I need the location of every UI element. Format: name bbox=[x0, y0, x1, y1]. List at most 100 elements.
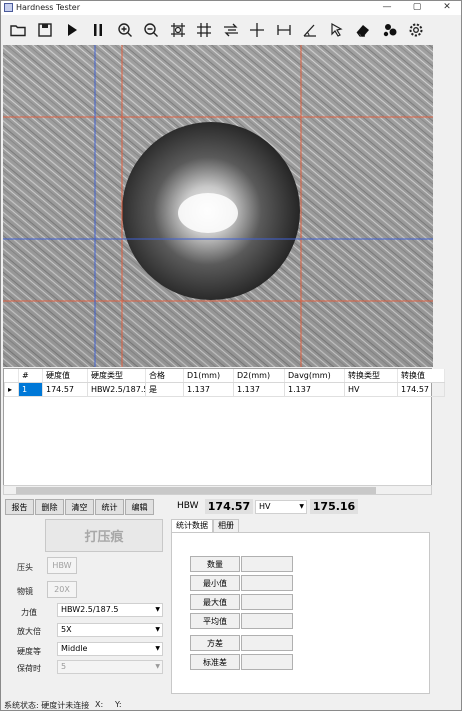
zoom-in-icon[interactable] bbox=[114, 19, 136, 41]
viewer-scrollbar[interactable] bbox=[433, 45, 445, 367]
cursor-x-readout: X: bbox=[95, 700, 104, 709]
edit-button[interactable]: 编辑 bbox=[125, 499, 154, 515]
hardness-level-label: 硬度等 bbox=[17, 647, 41, 656]
hardness-unit-label: HBW bbox=[177, 501, 199, 511]
column-header[interactable]: 硬度类型 bbox=[87, 369, 146, 383]
column-header[interactable]: # bbox=[18, 369, 43, 383]
table-cell[interactable]: 1 bbox=[18, 382, 43, 397]
table-cell[interactable]: 是 bbox=[145, 382, 184, 397]
stat-value-min bbox=[241, 575, 293, 591]
row-marker[interactable]: ▸ bbox=[4, 382, 19, 397]
convert-type-select[interactable]: HV ▼ bbox=[255, 500, 307, 514]
column-header[interactable]: D1(mm) bbox=[183, 369, 234, 383]
chevron-down-icon: ▼ bbox=[155, 645, 160, 652]
indenter-field: HBW bbox=[47, 557, 77, 574]
stat-label-stddev: 标准差 bbox=[190, 654, 240, 670]
app-icon bbox=[4, 3, 13, 12]
make-indentation-button[interactable]: 打压痕 bbox=[45, 519, 163, 552]
zoom-out-icon[interactable] bbox=[140, 19, 162, 41]
tab-statistics[interactable]: 统计数据 bbox=[171, 519, 213, 532]
indentation-image bbox=[3, 45, 433, 367]
dwell-time-select[interactable]: 5 ▼ bbox=[57, 660, 163, 674]
dwell-time-label: 保荷时 bbox=[17, 664, 41, 673]
stat-label-max: 最大值 bbox=[190, 594, 240, 610]
force-label: 力值 bbox=[21, 608, 37, 617]
stat-label-min: 最小值 bbox=[190, 575, 240, 591]
column-header[interactable]: 合格 bbox=[145, 369, 184, 383]
open-folder-icon[interactable] bbox=[7, 19, 29, 41]
magnification-value: 5X bbox=[61, 625, 72, 634]
stat-value-max bbox=[241, 594, 293, 610]
hardness-value: 174.57 bbox=[205, 499, 253, 514]
stat-label-count: 数量 bbox=[190, 556, 240, 572]
angle-icon[interactable] bbox=[299, 19, 321, 41]
table-cell[interactable]: 1.137 bbox=[284, 382, 345, 397]
column-header[interactable]: D2(mm) bbox=[233, 369, 285, 383]
hardness-level-select[interactable]: Middle ▼ bbox=[57, 642, 163, 656]
table-cell[interactable]: 1.137 bbox=[233, 382, 285, 397]
swap-arrows-icon[interactable] bbox=[220, 19, 242, 41]
table-cell[interactable]: HBW2.5/187.5 bbox=[87, 382, 146, 397]
play-icon[interactable] bbox=[61, 19, 83, 41]
microscope-image-view[interactable] bbox=[3, 45, 433, 367]
objective-label: 物镜 bbox=[17, 587, 33, 596]
crosshair-plus-icon[interactable] bbox=[246, 19, 268, 41]
chevron-down-icon: ▼ bbox=[155, 626, 160, 633]
maximize-button[interactable]: ▢ bbox=[407, 1, 427, 15]
chevron-down-icon: ▼ bbox=[155, 606, 160, 613]
table-actions: 报告 删除 清空 统计 编辑 bbox=[5, 499, 154, 515]
converted-value: 175.16 bbox=[310, 499, 358, 514]
table-cell[interactable]: 1.137 bbox=[183, 382, 234, 397]
magnification-label: 放大倍 bbox=[17, 627, 41, 636]
fit-crosshair-icon[interactable] bbox=[167, 19, 189, 41]
stats-button[interactable]: 统计 bbox=[95, 499, 124, 515]
title-bar: Hardness Tester — ▢ ✕ bbox=[1, 1, 461, 15]
clear-button[interactable]: 清空 bbox=[65, 499, 94, 515]
delete-button[interactable]: 删除 bbox=[35, 499, 64, 515]
table-row[interactable]: ▸ 1 174.57 HBW2.5/187.5 是 1.137 1.137 1.… bbox=[4, 382, 445, 397]
chevron-down-icon: ▼ bbox=[155, 663, 160, 670]
indenter-label: 压头 bbox=[17, 563, 33, 572]
table-cell[interactable]: HV bbox=[344, 382, 398, 397]
select-cursor-icon[interactable] bbox=[326, 19, 348, 41]
gear-icon[interactable] bbox=[405, 19, 427, 41]
force-value: HBW2.5/187.5 bbox=[61, 605, 119, 614]
tab-album[interactable]: 相册 bbox=[213, 519, 239, 532]
save-icon[interactable] bbox=[34, 19, 56, 41]
statistics-panel: 数量 最小值 最大值 平均值 方差 标准差 bbox=[171, 532, 430, 694]
stat-value-stddev bbox=[241, 654, 293, 670]
pause-icon[interactable] bbox=[87, 19, 109, 41]
scrollbar-thumb[interactable] bbox=[16, 487, 376, 494]
stat-value-variance bbox=[241, 635, 293, 651]
cursor-y-readout: Y: bbox=[115, 700, 122, 709]
objective-field: 20X bbox=[47, 581, 77, 598]
stat-label-mean: 平均值 bbox=[190, 613, 240, 629]
table-cell[interactable]: 174.57 bbox=[42, 382, 88, 397]
toolbar bbox=[1, 15, 461, 45]
chevron-down-icon: ▼ bbox=[299, 503, 304, 510]
column-header[interactable]: 转换类型 bbox=[344, 369, 398, 383]
stat-value-count bbox=[241, 556, 293, 572]
stat-label-variance: 方差 bbox=[190, 635, 240, 651]
main-window: Hardness Tester — ▢ ✕ # 硬度值 硬度类型 合格 D1(m… bbox=[0, 0, 462, 711]
measure-horizontal-icon[interactable] bbox=[273, 19, 295, 41]
eraser-icon[interactable] bbox=[352, 19, 374, 41]
table-cell[interactable]: 174.57 bbox=[397, 382, 445, 397]
report-button[interactable]: 报告 bbox=[5, 499, 34, 515]
grid-icon[interactable] bbox=[193, 19, 215, 41]
window-title: Hardness Tester bbox=[16, 3, 80, 12]
minimize-button[interactable]: — bbox=[377, 1, 397, 15]
particles-icon[interactable] bbox=[379, 19, 401, 41]
column-header[interactable]: 转换值 bbox=[397, 369, 445, 383]
force-select[interactable]: HBW2.5/187.5 ▼ bbox=[57, 603, 163, 617]
convert-type-value: HV bbox=[259, 502, 271, 511]
close-button[interactable]: ✕ bbox=[437, 1, 457, 15]
status-bar: 系统状态: 硬度计未连接 X: Y: bbox=[1, 699, 461, 711]
row-header-corner bbox=[4, 369, 19, 383]
magnification-select[interactable]: 5X ▼ bbox=[57, 623, 163, 637]
column-header[interactable]: 硬度值 bbox=[42, 369, 88, 383]
column-header[interactable]: Davg(mm) bbox=[284, 369, 345, 383]
stat-value-mean bbox=[241, 613, 293, 629]
table-horizontal-scrollbar[interactable] bbox=[3, 485, 432, 495]
table-header-row: # 硬度值 硬度类型 合格 D1(mm) D2(mm) Davg(mm) 转换类… bbox=[4, 369, 445, 383]
